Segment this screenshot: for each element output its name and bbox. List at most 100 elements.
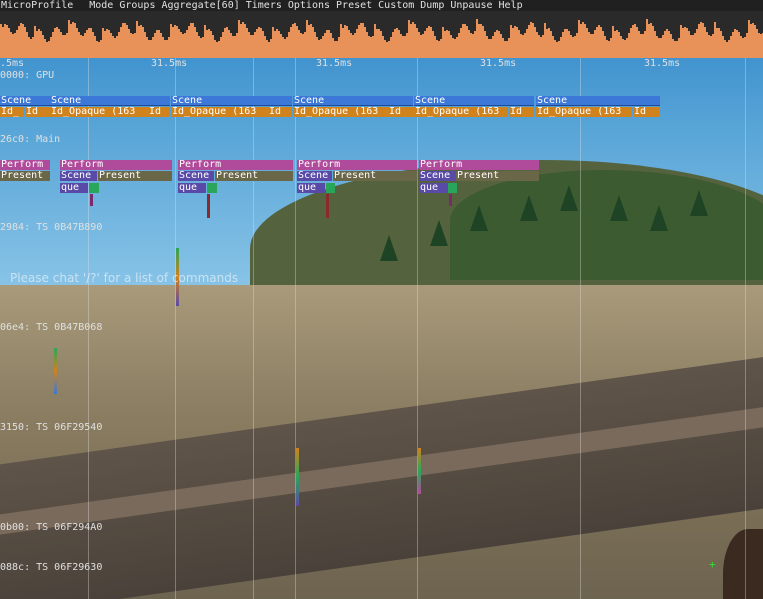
history-bar <box>604 36 606 58</box>
history-bar <box>296 26 298 58</box>
main-present-bar[interactable]: Present <box>333 171 417 181</box>
sample-marker[interactable] <box>449 194 452 206</box>
ts-task-marker[interactable] <box>418 448 421 494</box>
gpu-scene-bar[interactable]: Scene <box>50 96 170 106</box>
main-scene-bar[interactable]: Scene <box>297 171 332 181</box>
history-bar <box>386 42 388 58</box>
history-bar <box>216 42 218 58</box>
history-bar <box>380 31 382 58</box>
history-bar <box>716 28 718 58</box>
gpu-sub-bar[interactable]: Id <box>388 107 413 117</box>
history-bar <box>6 25 8 58</box>
menu-groups[interactable]: Groups <box>119 0 155 11</box>
gpu-scene-bar[interactable]: Scene <box>293 96 413 106</box>
history-bar <box>312 27 314 58</box>
menu-help[interactable]: Help <box>499 0 523 11</box>
history-bar <box>372 36 374 58</box>
sample-marker[interactable] <box>207 194 210 218</box>
history-bar <box>308 25 310 58</box>
menu-mode[interactable]: Mode <box>89 0 113 11</box>
menu-custom[interactable]: Custom <box>378 0 414 11</box>
history-bar <box>276 29 278 58</box>
history-bar <box>38 29 40 58</box>
main-queue-bar[interactable]: que <box>178 183 206 193</box>
main-green-bar[interactable] <box>326 183 335 193</box>
main-perform-bar[interactable]: Perform <box>60 160 172 170</box>
menu-title[interactable]: MicroProfile <box>1 0 73 11</box>
main-queue-bar[interactable]: que <box>297 183 325 193</box>
main-green-bar[interactable] <box>207 183 217 193</box>
history-bar <box>556 42 558 58</box>
main-perform-bar[interactable]: Perform <box>178 160 293 170</box>
main-scene-bar[interactable]: Scene <box>60 171 97 181</box>
history-bar <box>694 33 696 58</box>
main-queue-bar[interactable]: que <box>60 183 88 193</box>
history-bar <box>302 34 304 58</box>
gpu-scene-bar[interactable]: Scene <box>414 96 534 106</box>
history-bar <box>68 20 70 58</box>
history-bar <box>418 32 420 58</box>
gpu-sub-bar[interactable]: Id <box>633 107 660 117</box>
history-bar <box>178 29 180 58</box>
history-bar <box>738 32 740 58</box>
history-bar <box>392 32 394 58</box>
history-bar <box>742 38 744 58</box>
gpu-opaque-bar[interactable]: Id_Opaque (163 <box>50 107 147 117</box>
gpu-sub-bar[interactable]: Id <box>509 107 534 117</box>
history-bar <box>112 36 114 58</box>
menu-dump[interactable]: Dump <box>420 0 444 11</box>
history-bar <box>224 28 226 58</box>
history-bar <box>404 36 406 58</box>
gpu-sub-bar[interactable]: Id <box>148 107 170 117</box>
time-tick: 31.5ms <box>151 58 188 69</box>
main-scene-bar[interactable]: Scene <box>178 171 214 181</box>
frame-history-graph[interactable] <box>0 11 763 58</box>
history-bar <box>140 25 142 58</box>
main-present-bar[interactable]: Present <box>456 171 539 181</box>
main-present-bar[interactable]: Present <box>0 171 50 181</box>
sample-marker[interactable] <box>326 194 329 218</box>
menu-aggregate[interactable]: Aggregate[60] <box>161 0 239 11</box>
gpu-scene-bar[interactable]: Scene <box>171 96 292 106</box>
menu-options[interactable]: Options <box>288 0 330 11</box>
history-bar <box>512 28 514 58</box>
history-bar <box>300 33 302 58</box>
menu-preset[interactable]: Preset <box>336 0 372 11</box>
history-bar <box>348 30 350 58</box>
history-bar <box>240 24 242 58</box>
history-bar <box>422 34 424 58</box>
main-queue-bar[interactable]: que <box>419 183 447 193</box>
gpu-opaque-bar[interactable]: Id_ <box>0 107 24 117</box>
gpu-opaque-bar[interactable]: Id_Opaque (163 <box>171 107 267 117</box>
history-bar <box>460 28 462 58</box>
history-bar <box>534 27 536 58</box>
main-perform-bar[interactable]: Perform <box>297 160 417 170</box>
history-bar <box>426 28 428 58</box>
menu-timers[interactable]: Timers <box>246 0 282 11</box>
main-green-bar[interactable] <box>448 183 457 193</box>
gpu-sub-bar[interactable]: Id <box>25 107 50 117</box>
sample-marker[interactable] <box>90 194 93 206</box>
gpu-opaque-bar[interactable]: Id_Opaque (163 <box>536 107 632 117</box>
history-bar <box>648 24 650 58</box>
history-bar <box>454 39 456 58</box>
history-bar <box>468 30 470 58</box>
main-present-bar[interactable]: Present <box>215 171 293 181</box>
main-scene-bar[interactable]: Scene <box>419 171 455 181</box>
history-bar <box>646 19 648 58</box>
gpu-opaque-bar[interactable]: Id_Opaque (163 <box>293 107 387 117</box>
main-present-bar[interactable]: Present <box>98 171 172 181</box>
menu-unpause[interactable]: Unpause <box>450 0 492 11</box>
history-bar <box>56 27 58 58</box>
main-perform-bar[interactable]: Perform <box>0 160 50 170</box>
gpu-sub-bar[interactable]: Id <box>268 107 292 117</box>
gpu-scene-bar[interactable]: Scene <box>0 96 50 106</box>
main-perform-bar[interactable]: Perform <box>419 160 539 170</box>
gpu-opaque-bar[interactable]: Id_Opaque (163 <box>414 107 508 117</box>
history-bar <box>686 28 688 58</box>
main-green-bar[interactable] <box>89 183 99 193</box>
ts-task-marker[interactable] <box>54 348 57 394</box>
history-bar <box>44 39 46 58</box>
ts-task-marker[interactable] <box>296 448 299 506</box>
gpu-scene-bar[interactable]: Scene <box>536 96 660 106</box>
